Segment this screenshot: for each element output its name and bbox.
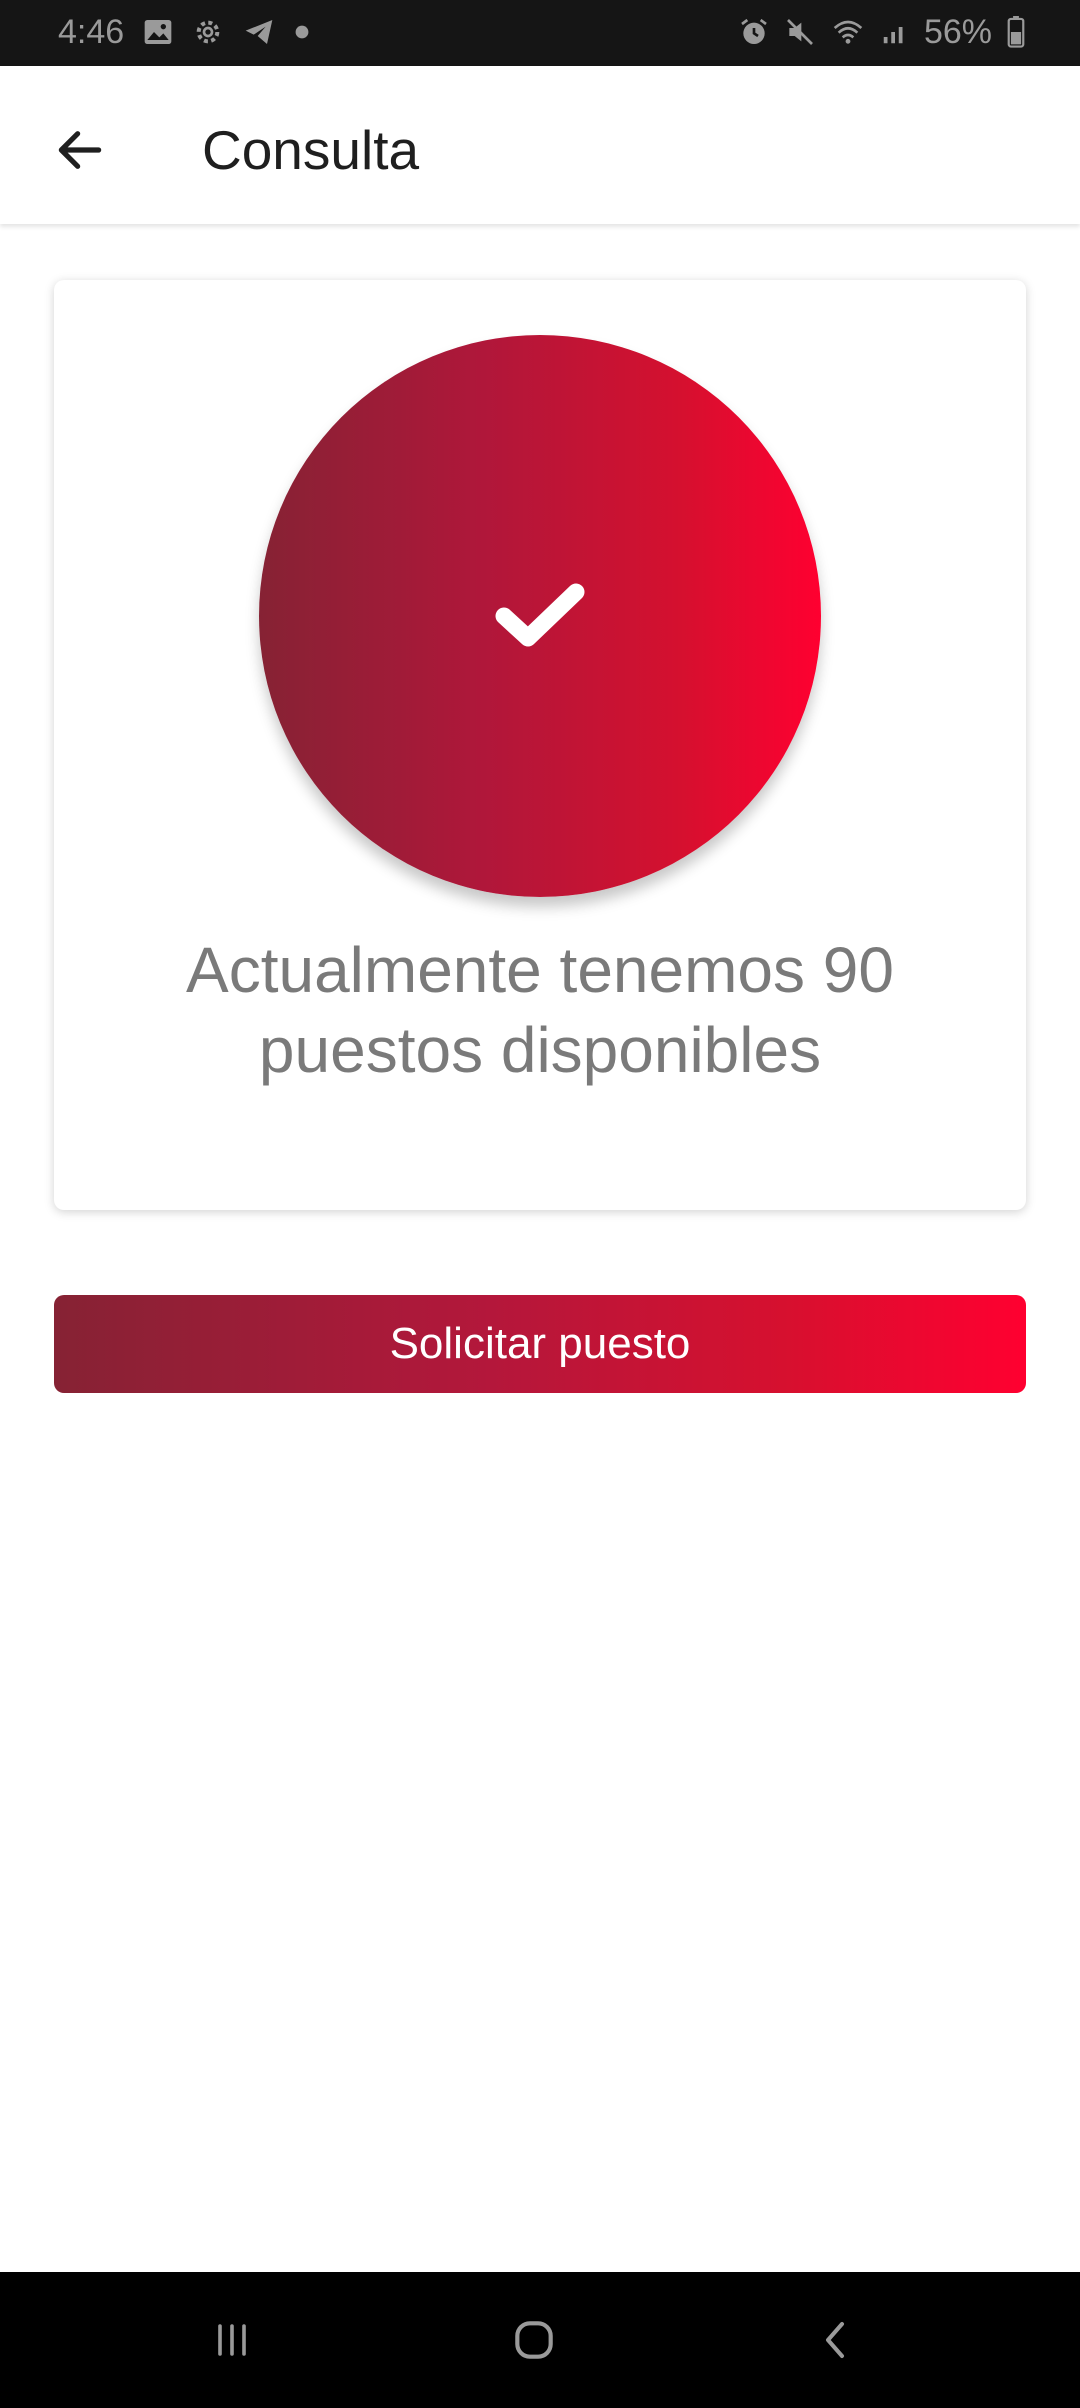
check-icon [495,583,585,647]
status-left: 4:46 [58,12,310,52]
request-position-button[interactable]: Solicitar puesto [54,1295,1026,1393]
recent-apps-icon [218,2324,246,2356]
battery-text: 56% [923,12,992,51]
telegram-icon [242,16,276,48]
arrow-left-icon [58,131,102,169]
recent-apps-button[interactable] [182,2300,282,2380]
page-title: Consulta [202,119,420,181]
status-time: 4:46 [58,12,125,51]
alarm-icon [738,16,770,48]
status-right: 56% [738,12,1026,52]
back-icon [826,2322,844,2358]
system-nav-bar [0,2272,1080,2408]
home-button[interactable] [484,2300,584,2380]
nav-back-button[interactable] [786,2300,886,2380]
dot-icon [294,24,310,40]
mute-icon [784,16,816,48]
availability-card: Actualmente tenemos 90 puestos disponibl… [54,280,1026,1210]
availability-message: Actualmente tenemos 90 puestos disponibl… [186,934,894,1086]
home-icon [515,2321,553,2359]
success-circle [259,335,821,897]
back-button[interactable] [40,110,120,190]
gallery-icon [142,16,174,48]
settings-icon [192,16,224,48]
app-bar: Consulta [0,66,1080,224]
signal-icon [880,17,910,47]
battery-icon [1006,16,1026,48]
wifi-icon [830,16,866,48]
status-bar: 4:46 56% [0,0,1080,66]
